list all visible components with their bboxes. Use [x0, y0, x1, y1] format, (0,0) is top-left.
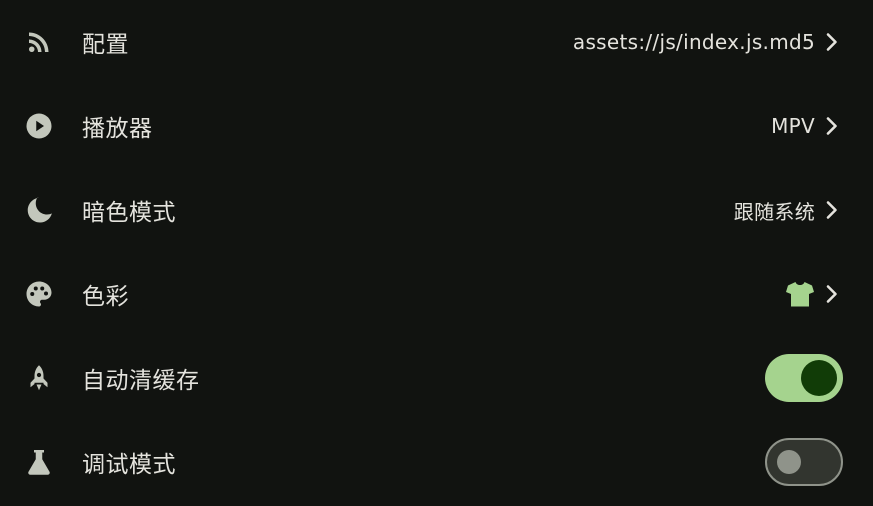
- play-circle-icon: [24, 111, 54, 141]
- moon-icon: [24, 195, 54, 225]
- debug-mode-toggle[interactable]: [765, 438, 843, 486]
- settings-list: 配置 assets://js/index.js.md5 播放器 MPV 暗色模式…: [0, 0, 873, 506]
- setting-label: 自动清缓存: [82, 368, 200, 394]
- setting-trailing: 跟随系统: [734, 196, 839, 225]
- setting-row-config[interactable]: 配置 assets://js/index.js.md5: [0, 0, 873, 84]
- chevron-right-icon: [825, 284, 839, 304]
- setting-value: assets://js/index.js.md5: [572, 30, 815, 54]
- setting-label: 暗色模式: [82, 200, 176, 226]
- setting-label: 播放器: [82, 116, 153, 142]
- toggle-knob: [801, 360, 837, 396]
- setting-value: 跟随系统: [733, 199, 815, 224]
- setting-row-player[interactable]: 播放器 MPV: [0, 84, 873, 168]
- toggle-knob: [777, 450, 801, 474]
- setting-trailing: assets://js/index.js.md5: [573, 30, 839, 54]
- setting-trailing: [785, 280, 839, 308]
- setting-row-dark-mode[interactable]: 暗色模式 跟随系统: [0, 168, 873, 252]
- rss-feed-icon: [24, 27, 54, 57]
- setting-label: 色彩: [82, 284, 129, 310]
- chevron-right-icon: [825, 200, 839, 220]
- chevron-right-icon: [825, 116, 839, 136]
- tshirt-icon: [785, 280, 815, 308]
- setting-row-color[interactable]: 色彩: [0, 252, 873, 336]
- setting-row-auto-clear-cache[interactable]: 自动清缓存: [0, 336, 873, 420]
- setting-value: MPV: [771, 114, 815, 138]
- palette-icon: [24, 279, 54, 309]
- setting-label: 调试模式: [82, 452, 176, 478]
- auto-clear-cache-toggle[interactable]: [765, 354, 843, 402]
- setting-label: 配置: [82, 32, 129, 58]
- setting-trailing: MPV: [771, 114, 839, 138]
- rocket-icon: [24, 363, 54, 393]
- flask-icon: [24, 447, 54, 477]
- setting-row-debug-mode[interactable]: 调试模式: [0, 420, 873, 504]
- chevron-right-icon: [825, 32, 839, 52]
